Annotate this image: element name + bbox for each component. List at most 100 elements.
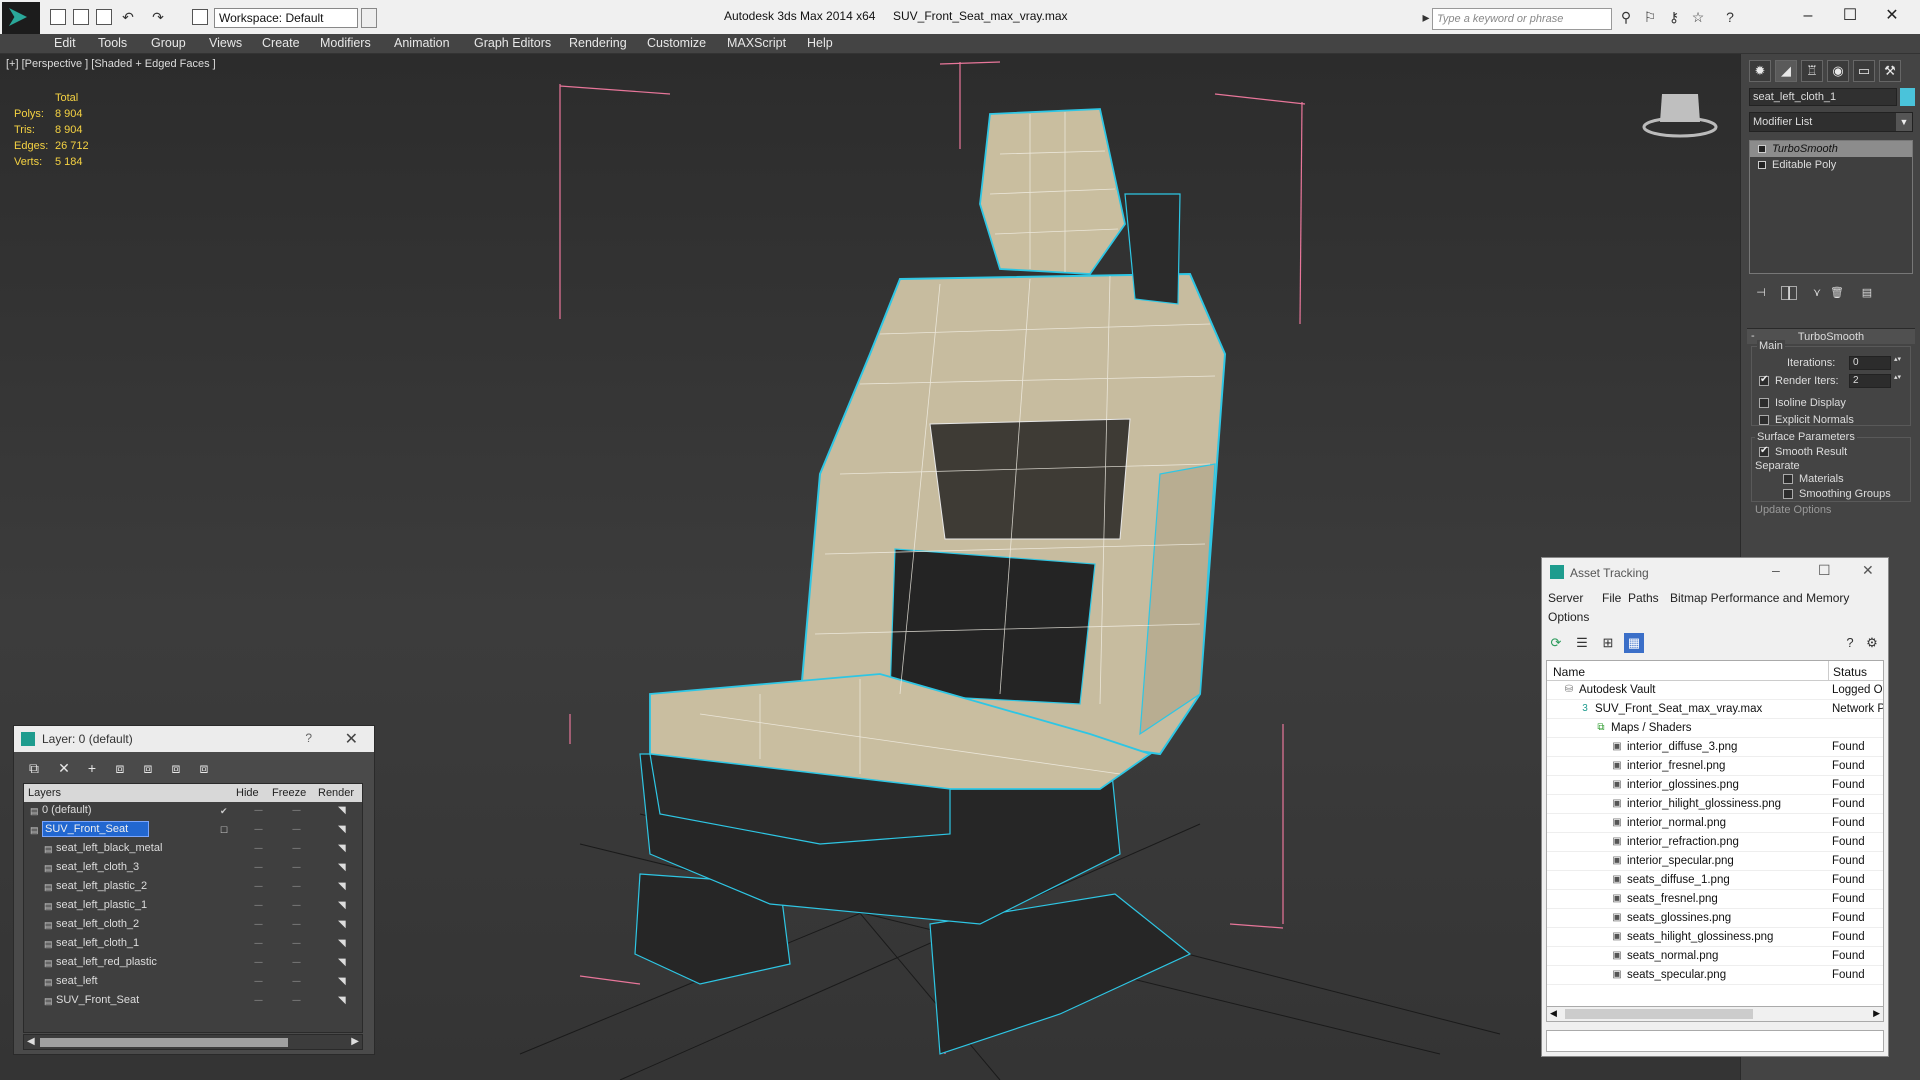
asset-row[interactable]: ▣ interior_refraction.png Found [1547,833,1883,852]
col-render[interactable]: Render [318,787,354,799]
freeze-toggle[interactable]: ---- [292,900,301,910]
highlight-layer-icon[interactable]: ⧈ [138,758,158,778]
pin-stack-icon[interactable]: ⊣ [1753,286,1769,300]
object-name-field[interactable]: seat_left_cloth_1 [1749,88,1897,106]
hide-toggle[interactable]: ---- [254,995,263,1005]
scroll-left-icon[interactable]: ◀ [1550,1008,1557,1019]
menu-maxscript[interactable]: MAXScript [727,36,786,50]
layer-name[interactable]: seat_left_red_plastic [56,956,157,968]
col-hide[interactable]: Hide [236,787,259,799]
freeze-toggle[interactable]: ---- [292,995,301,1005]
scroll-right-icon[interactable]: ▶ [1873,1008,1880,1019]
isoline-checkbox[interactable] [1759,398,1769,408]
hide-toggle[interactable]: ---- [254,900,263,910]
asset-row[interactable]: ▣ seats_normal.png Found [1547,947,1883,966]
freeze-toggle[interactable]: ---- [292,919,301,929]
asset-row[interactable]: ▣ seats_fresnel.png Found [1547,890,1883,909]
layers-table[interactable]: Layers Hide Freeze Render ▤ 0 (default) ✔ -… [23,783,363,1033]
new-layer-icon[interactable]: ⧉ [24,758,44,778]
column-divider[interactable] [1828,661,1829,681]
render-teapot-icon[interactable]: ◥ [338,805,346,816]
viewcube-icon[interactable] [1642,94,1718,138]
object-color-swatch[interactable] [1900,88,1915,106]
hide-toggle[interactable]: ---- [254,862,263,872]
minimize-icon[interactable]: – [1788,4,1828,28]
layer-row[interactable]: ▤ seat_left_red_plastic ---- ---- ◥ [24,954,362,973]
new-file-icon[interactable] [50,9,66,25]
freeze-toggle[interactable]: ---- [292,843,301,853]
menu-rendering[interactable]: Rendering [569,36,627,50]
explicit-normals-checkbox[interactable] [1759,415,1769,425]
menu-edit[interactable]: Edit [54,36,76,50]
asset-row[interactable]: ▣ seats_specular.png Found [1547,966,1883,985]
menu-group[interactable]: Group [151,36,186,50]
stack-item-turbosmooth[interactable]: TurboSmooth [1750,141,1912,157]
modifier-list-dropdown[interactable]: Modifier List ▼ [1749,112,1913,132]
current-layer-box-icon[interactable]: ☐ [220,825,230,835]
layer-name[interactable]: SUV_Front_Seat [42,821,150,837]
layer-panel-titlebar[interactable]: Layer: 0 (default) ? ✕ [14,726,374,752]
render-teapot-icon[interactable]: ◥ [338,938,346,949]
freeze-toggle[interactable]: ---- [292,938,301,948]
close-icon[interactable]: ✕ [345,729,358,749]
col-layers[interactable]: Layers [28,787,61,799]
expand-icon[interactable] [1758,161,1766,169]
layer-row[interactable]: ▤ 0 (default) ✔ ---- ---- ◥ [24,802,362,821]
save-file-icon[interactable] [96,9,112,25]
maximize-icon[interactable]: ☐ [1818,562,1831,579]
refresh-icon[interactable]: ⟳ [1546,633,1566,653]
layer-row[interactable]: ▤ seat_left_plastic_2 ---- ---- ◥ [24,878,362,897]
menu-server[interactable]: Server [1548,591,1583,605]
menu-bitmap-performance[interactable]: Bitmap Performance and Memory [1670,591,1849,605]
freeze-toggle[interactable]: ---- [292,862,301,872]
maximize-icon[interactable]: ☐ [1830,4,1870,28]
hide-all-icon[interactable]: ⧈ [166,758,186,778]
menu-views[interactable]: Views [209,36,242,50]
layer-row[interactable]: ▤ SUV_Front_Seat ☐ ---- ---- ◥ [24,821,362,840]
chevron-down-icon[interactable] [361,8,377,28]
help-icon[interactable]: ? [305,731,312,745]
layer-name[interactable]: seat_left_cloth_1 [56,937,139,949]
asset-row[interactable]: ▣ interior_glossines.png Found [1547,776,1883,795]
asset-horizontal-scrollbar[interactable]: ◀ ▶ [1546,1006,1884,1022]
layer-row[interactable]: ▤ seat_left_cloth_1 ---- ---- ◥ [24,935,362,954]
asset-titlebar[interactable]: Asset Tracking – ☐ ✕ [1542,558,1888,586]
render-teapot-icon[interactable]: ◥ [338,862,346,873]
open-file-icon[interactable] [73,9,89,25]
render-teapot-icon[interactable]: ◥ [338,957,346,968]
display-tab-icon[interactable]: ▭ [1853,60,1875,82]
hide-toggle[interactable]: ---- [254,843,263,853]
add-to-layer-icon[interactable]: + [82,758,102,778]
asset-row[interactable]: ▣ interior_normal.png Found [1547,814,1883,833]
close-icon[interactable]: ✕ [1862,562,1874,579]
layer-name[interactable]: seat_left [56,975,98,987]
delete-layer-icon[interactable]: ✕ [54,758,74,778]
thumbnail-view-icon[interactable]: ⊞ [1598,633,1618,653]
table-view-icon[interactable]: ▦ [1624,633,1644,653]
freeze-toggle[interactable]: ---- [292,881,301,891]
layers-horizontal-scrollbar[interactable]: ◀ ▶ [23,1034,363,1050]
materials-checkbox[interactable] [1783,474,1793,484]
list-view-icon[interactable]: ☰ [1572,633,1592,653]
help-icon[interactable]: ? [1722,9,1738,25]
hide-toggle[interactable]: ---- [254,957,263,967]
layer-row[interactable]: ▤ seat_left_black_metal ---- ---- ◥ [24,840,362,859]
layer-name[interactable]: seat_left_plastic_1 [56,899,147,911]
menu-customize[interactable]: Customize [647,36,706,50]
chevron-down-icon[interactable]: ▼ [1896,113,1912,131]
utilities-tab-icon[interactable]: ⚒ [1879,60,1901,82]
asset-row[interactable]: ⛁ Autodesk Vault Logged Ou [1547,681,1883,700]
render-teapot-icon[interactable]: ◥ [338,976,346,987]
col-name[interactable]: Name [1553,665,1585,679]
menu-create[interactable]: Create [262,36,300,50]
scrollbar-thumb[interactable] [40,1038,288,1047]
render-iters-spinner[interactable]: 2 [1849,374,1902,388]
layer-name[interactable]: SUV_Front_Seat [56,994,139,1006]
workspace-dropdown[interactable]: Workspace: Default [214,8,377,28]
asset-row[interactable]: ▣ interior_fresnel.png Found [1547,757,1883,776]
asset-row[interactable]: ⧉ Maps / Shaders [1547,719,1883,738]
render-teapot-icon[interactable]: ◥ [338,995,346,1006]
hide-toggle[interactable]: ---- [254,805,263,815]
configure-sets-icon[interactable]: ▤ [1859,286,1875,300]
render-teapot-icon[interactable]: ◥ [338,919,346,930]
